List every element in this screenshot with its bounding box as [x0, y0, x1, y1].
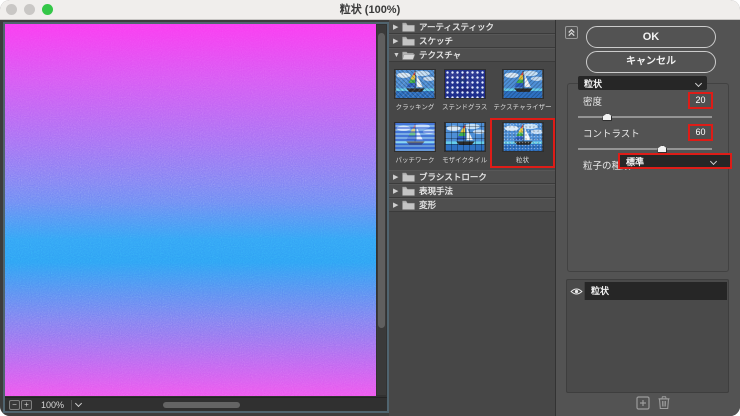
chevron-down-icon — [75, 400, 82, 407]
zoom-in-button[interactable]: + — [21, 400, 32, 410]
slider-track — [578, 116, 712, 118]
category-distort[interactable]: ▶ 変形 — [389, 198, 555, 212]
category-label: 表現手法 — [419, 185, 453, 197]
category-label: スケッチ — [419, 35, 453, 47]
thumb-label: 粒状 — [516, 154, 529, 164]
filter-select-dropdown[interactable]: 粒状 — [578, 76, 707, 90]
zoom-level-value: 100% — [41, 399, 64, 411]
preview-image — [5, 24, 376, 396]
eye-icon — [570, 287, 583, 296]
patchwork-preview-image — [394, 122, 436, 152]
folder-icon — [402, 186, 415, 196]
chevron-down-icon — [710, 157, 717, 164]
window-title: 粒状 (100%) — [0, 0, 740, 20]
filter-select-value: 粒状 — [584, 77, 696, 90]
slider-thumb[interactable] — [657, 145, 667, 153]
filter-thumb-texturizer[interactable]: テクスチャライザー — [490, 65, 554, 115]
thumb-label: クラッキング — [396, 101, 435, 111]
craquelure-preview-image — [394, 69, 436, 99]
contrast-value-field[interactable]: 60 — [688, 124, 713, 141]
category-label: テクスチャ — [419, 49, 461, 61]
category-sketch[interactable]: ▶ スケッチ — [389, 34, 555, 48]
chevron-down-icon — [695, 79, 702, 86]
settings-panel: OK キャンセル 粒状 密度 20 コントラスト 60 粒子の種類 : 標準 — [556, 20, 740, 416]
grain-type-value: 標準 — [626, 155, 711, 168]
effect-layers-list: 粒状 — [566, 279, 729, 393]
collapse-panel-button[interactable] — [565, 26, 578, 39]
stained-glass-preview-image — [444, 69, 486, 99]
preview-pane: − + 100% — [3, 22, 389, 413]
filter-category-panel: ▶ アーティスティック ▶ スケッチ ▼ テクスチャ クラッキング — [389, 20, 556, 416]
zoom-out-button[interactable]: − — [9, 400, 20, 410]
expand-triangle-icon: ▶ — [393, 173, 402, 181]
density-label: 密度 — [583, 94, 602, 108]
filter-thumb-stained-glass[interactable]: ステンドグラス — [439, 65, 490, 115]
dialog-content: − + 100% ▶ アーティスティック ▶ スケッチ ▼ — [0, 20, 740, 416]
expand-triangle-icon: ▶ — [393, 187, 402, 195]
delete-effect-layer-button[interactable] — [657, 395, 671, 410]
texturizer-preview-image — [502, 69, 544, 99]
expand-triangle-icon: ▶ — [393, 201, 402, 209]
contrast-label: コントラスト — [583, 126, 640, 140]
new-effect-layer-button[interactable] — [636, 396, 650, 411]
expand-triangle-icon: ▼ — [393, 52, 402, 59]
density-value-field[interactable]: 20 — [688, 92, 713, 109]
category-texture[interactable]: ▼ テクスチャ — [389, 48, 555, 62]
filter-gallery-dialog: 粒状 (100%) − + 100% — [0, 0, 740, 416]
expand-triangle-icon: ▶ — [393, 23, 402, 31]
ok-button[interactable]: OK — [586, 26, 716, 48]
grain-preview-image — [502, 122, 544, 152]
vertical-scrollbar-thumb[interactable] — [378, 33, 385, 328]
trash-icon — [657, 395, 671, 410]
grain-noise-overlay — [5, 24, 376, 396]
folder-icon — [402, 200, 415, 210]
double-chevron-up-icon — [566, 27, 577, 38]
horizontal-scrollbar-thumb[interactable] — [163, 402, 240, 408]
folder-icon — [402, 172, 415, 182]
category-stylize[interactable]: ▶ 表現手法 — [389, 184, 555, 198]
zoom-level-dropdown[interactable] — [71, 400, 85, 410]
folder-open-icon — [402, 50, 415, 60]
expand-triangle-icon: ▶ — [393, 37, 402, 45]
layer-visibility-toggle[interactable] — [568, 282, 585, 300]
preview-vertical-scrollbar[interactable] — [377, 25, 386, 395]
folder-icon — [402, 22, 415, 32]
filter-thumb-patchwork[interactable]: パッチワーク — [391, 118, 439, 168]
filter-thumb-grain-selected[interactable]: 粒状 — [490, 118, 554, 168]
thumb-label: テクスチャライザー — [493, 101, 551, 111]
filter-thumb-craquelure[interactable]: クラッキング — [391, 65, 439, 115]
category-artistic[interactable]: ▶ アーティスティック — [389, 20, 555, 34]
thumb-label: パッチワーク — [396, 154, 435, 164]
preview-status-bar: − + 100% — [5, 397, 387, 411]
cancel-button[interactable]: キャンセル — [586, 51, 716, 73]
folder-icon — [402, 36, 415, 46]
title-bar: 粒状 (100%) — [0, 0, 740, 20]
thumb-label: ステンドグラス — [442, 101, 487, 111]
category-brush-strokes[interactable]: ▶ ブラシストローク — [389, 170, 555, 184]
filter-thumb-mosaic-tiles[interactable]: モザイクタイル — [439, 118, 490, 168]
slider-track — [578, 148, 712, 150]
thumb-label: モザイクタイル — [442, 154, 487, 164]
category-label: ブラシストローク — [419, 171, 487, 183]
category-label: 変形 — [419, 199, 436, 211]
effect-layer-name: 粒状 — [585, 282, 727, 300]
density-slider[interactable] — [578, 112, 712, 122]
mosaic-tiles-preview-image — [444, 122, 486, 152]
grain-type-dropdown[interactable]: 標準 — [618, 153, 732, 169]
texture-thumbnails: クラッキング ステンドグラス テクスチャライザー パッチワーク モザイクタイル — [389, 62, 555, 170]
plus-square-icon — [636, 396, 650, 410]
category-label: アーティスティック — [419, 21, 494, 33]
slider-thumb[interactable] — [602, 113, 612, 121]
effect-layer-row[interactable]: 粒状 — [568, 282, 727, 300]
